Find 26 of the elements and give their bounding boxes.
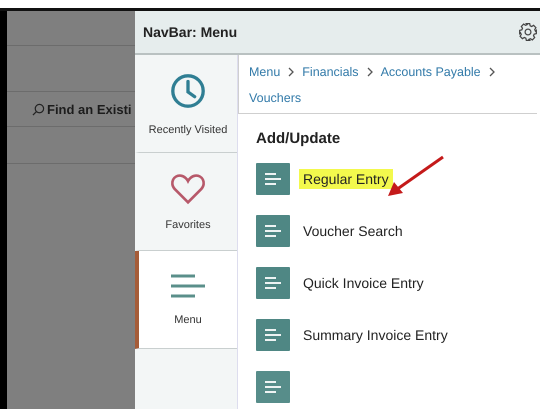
- heart-icon: [170, 172, 206, 204]
- menu-icon: [170, 274, 206, 300]
- list-icon: [256, 215, 290, 247]
- list-icon: [256, 163, 290, 195]
- menu-item-link[interactable]: Quick Invoice Entry: [299, 273, 428, 293]
- sidebar-tab[interactable]: Menu: [135, 251, 237, 349]
- list-icon: [256, 319, 290, 351]
- panel-title: NavBar: Menu: [143, 24, 238, 40]
- menu-item-link[interactable]: Regular Entry: [299, 169, 393, 189]
- search-icon: [32, 102, 45, 116]
- sidebar-tab[interactable]: Recently Visited: [135, 55, 237, 153]
- list-icon: [256, 267, 290, 299]
- menu-item-link[interactable]: Summary Invoice Entry: [299, 325, 452, 345]
- breadcrumb-link[interactable]: Accounts Payable: [380, 65, 481, 79]
- menu-item-link[interactable]: Voucher Search: [299, 221, 407, 241]
- settings-icon[interactable]: [518, 22, 538, 42]
- breadcrumb-link[interactable]: Menu: [249, 65, 280, 79]
- clock-icon: [169, 72, 207, 110]
- chevron-icon: [366, 67, 373, 77]
- breadcrumb-link[interactable]: Vouchers: [249, 91, 302, 105]
- list-icon: [256, 371, 290, 403]
- chevron-icon: [288, 67, 294, 77]
- chevron-icon: [488, 67, 495, 77]
- breadcrumb-link[interactable]: Financials: [302, 65, 359, 79]
- search-field[interactable]: Find an Existi: [7, 102, 132, 116]
- section-heading: Add/Update: [256, 130, 342, 147]
